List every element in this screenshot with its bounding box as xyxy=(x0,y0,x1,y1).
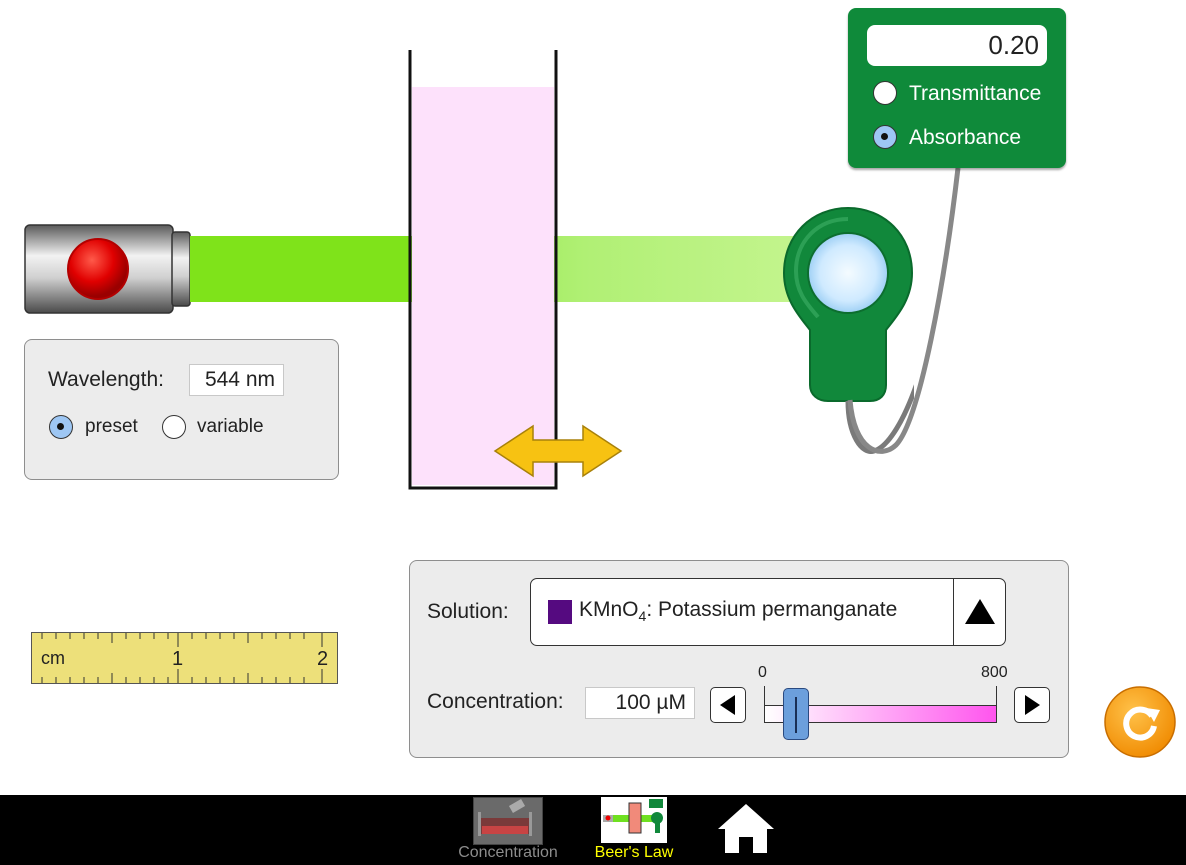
wavelength-label: Wavelength: xyxy=(48,368,164,391)
wavelength-value: 544 nm xyxy=(189,364,284,396)
triangle-right-icon xyxy=(1025,695,1040,715)
variable-radio[interactable] xyxy=(162,415,186,439)
concentration-slider-thumb[interactable] xyxy=(783,688,810,740)
preset-label[interactable]: preset xyxy=(85,416,138,438)
solution-color-swatch xyxy=(548,600,572,624)
solution-dropdown-button[interactable] xyxy=(953,578,1006,646)
light-source xyxy=(24,224,192,314)
navigation-bar: Concentration Beer's Law xyxy=(0,795,1186,865)
slider-max-label: 800 xyxy=(981,664,1008,681)
concentration-value: 100 µM xyxy=(585,687,695,719)
ruler-tick-1: 1 xyxy=(172,648,184,670)
tab-concentration[interactable]: Concentration xyxy=(448,844,568,862)
absorbance-radio[interactable] xyxy=(873,125,897,149)
tab-beers-law[interactable]: Beer's Law xyxy=(574,844,694,862)
home-button[interactable] xyxy=(716,801,776,855)
cuvette-width-drag-arrow[interactable] xyxy=(493,423,623,479)
slider-min-label: 0 xyxy=(758,664,767,681)
reset-icon xyxy=(1104,686,1176,758)
ruler-ticks xyxy=(41,633,323,683)
solution-label: Solution: xyxy=(427,600,509,623)
wavelength-panel xyxy=(24,339,339,480)
solution-name: : Potassium permanganate xyxy=(646,598,898,621)
reset-button[interactable] xyxy=(1104,686,1176,758)
variable-label[interactable]: variable xyxy=(197,416,264,438)
concentration-increment-button[interactable] xyxy=(1014,687,1050,723)
beers-law-screen-icon[interactable] xyxy=(601,797,667,843)
transmittance-label[interactable]: Transmittance xyxy=(909,82,1041,106)
triangle-left-icon xyxy=(720,695,735,715)
light-beam xyxy=(190,236,410,302)
ruler-tick-2: 2 xyxy=(317,648,329,670)
detector-readout: 0.20 xyxy=(867,25,1047,66)
detector-cable xyxy=(840,160,970,460)
ruler[interactable]: cm 1 2 xyxy=(31,632,338,684)
transmittance-radio[interactable] xyxy=(873,81,897,105)
triangle-up-icon xyxy=(965,599,995,624)
concentration-label: Concentration: xyxy=(427,690,564,713)
ruler-unit: cm xyxy=(41,648,65,668)
preset-radio[interactable] xyxy=(49,415,73,439)
slider-min-tick xyxy=(764,686,765,706)
absorbance-label[interactable]: Absorbance xyxy=(909,126,1021,150)
solution-selected[interactable]: KMnO4: Potassium permanganate xyxy=(579,598,897,624)
concentration-screen-icon[interactable] xyxy=(473,797,543,845)
concentration-decrement-button[interactable] xyxy=(710,687,746,723)
solution-formula: KMnO xyxy=(579,598,639,621)
home-icon xyxy=(718,804,774,853)
slider-max-tick xyxy=(996,686,997,706)
